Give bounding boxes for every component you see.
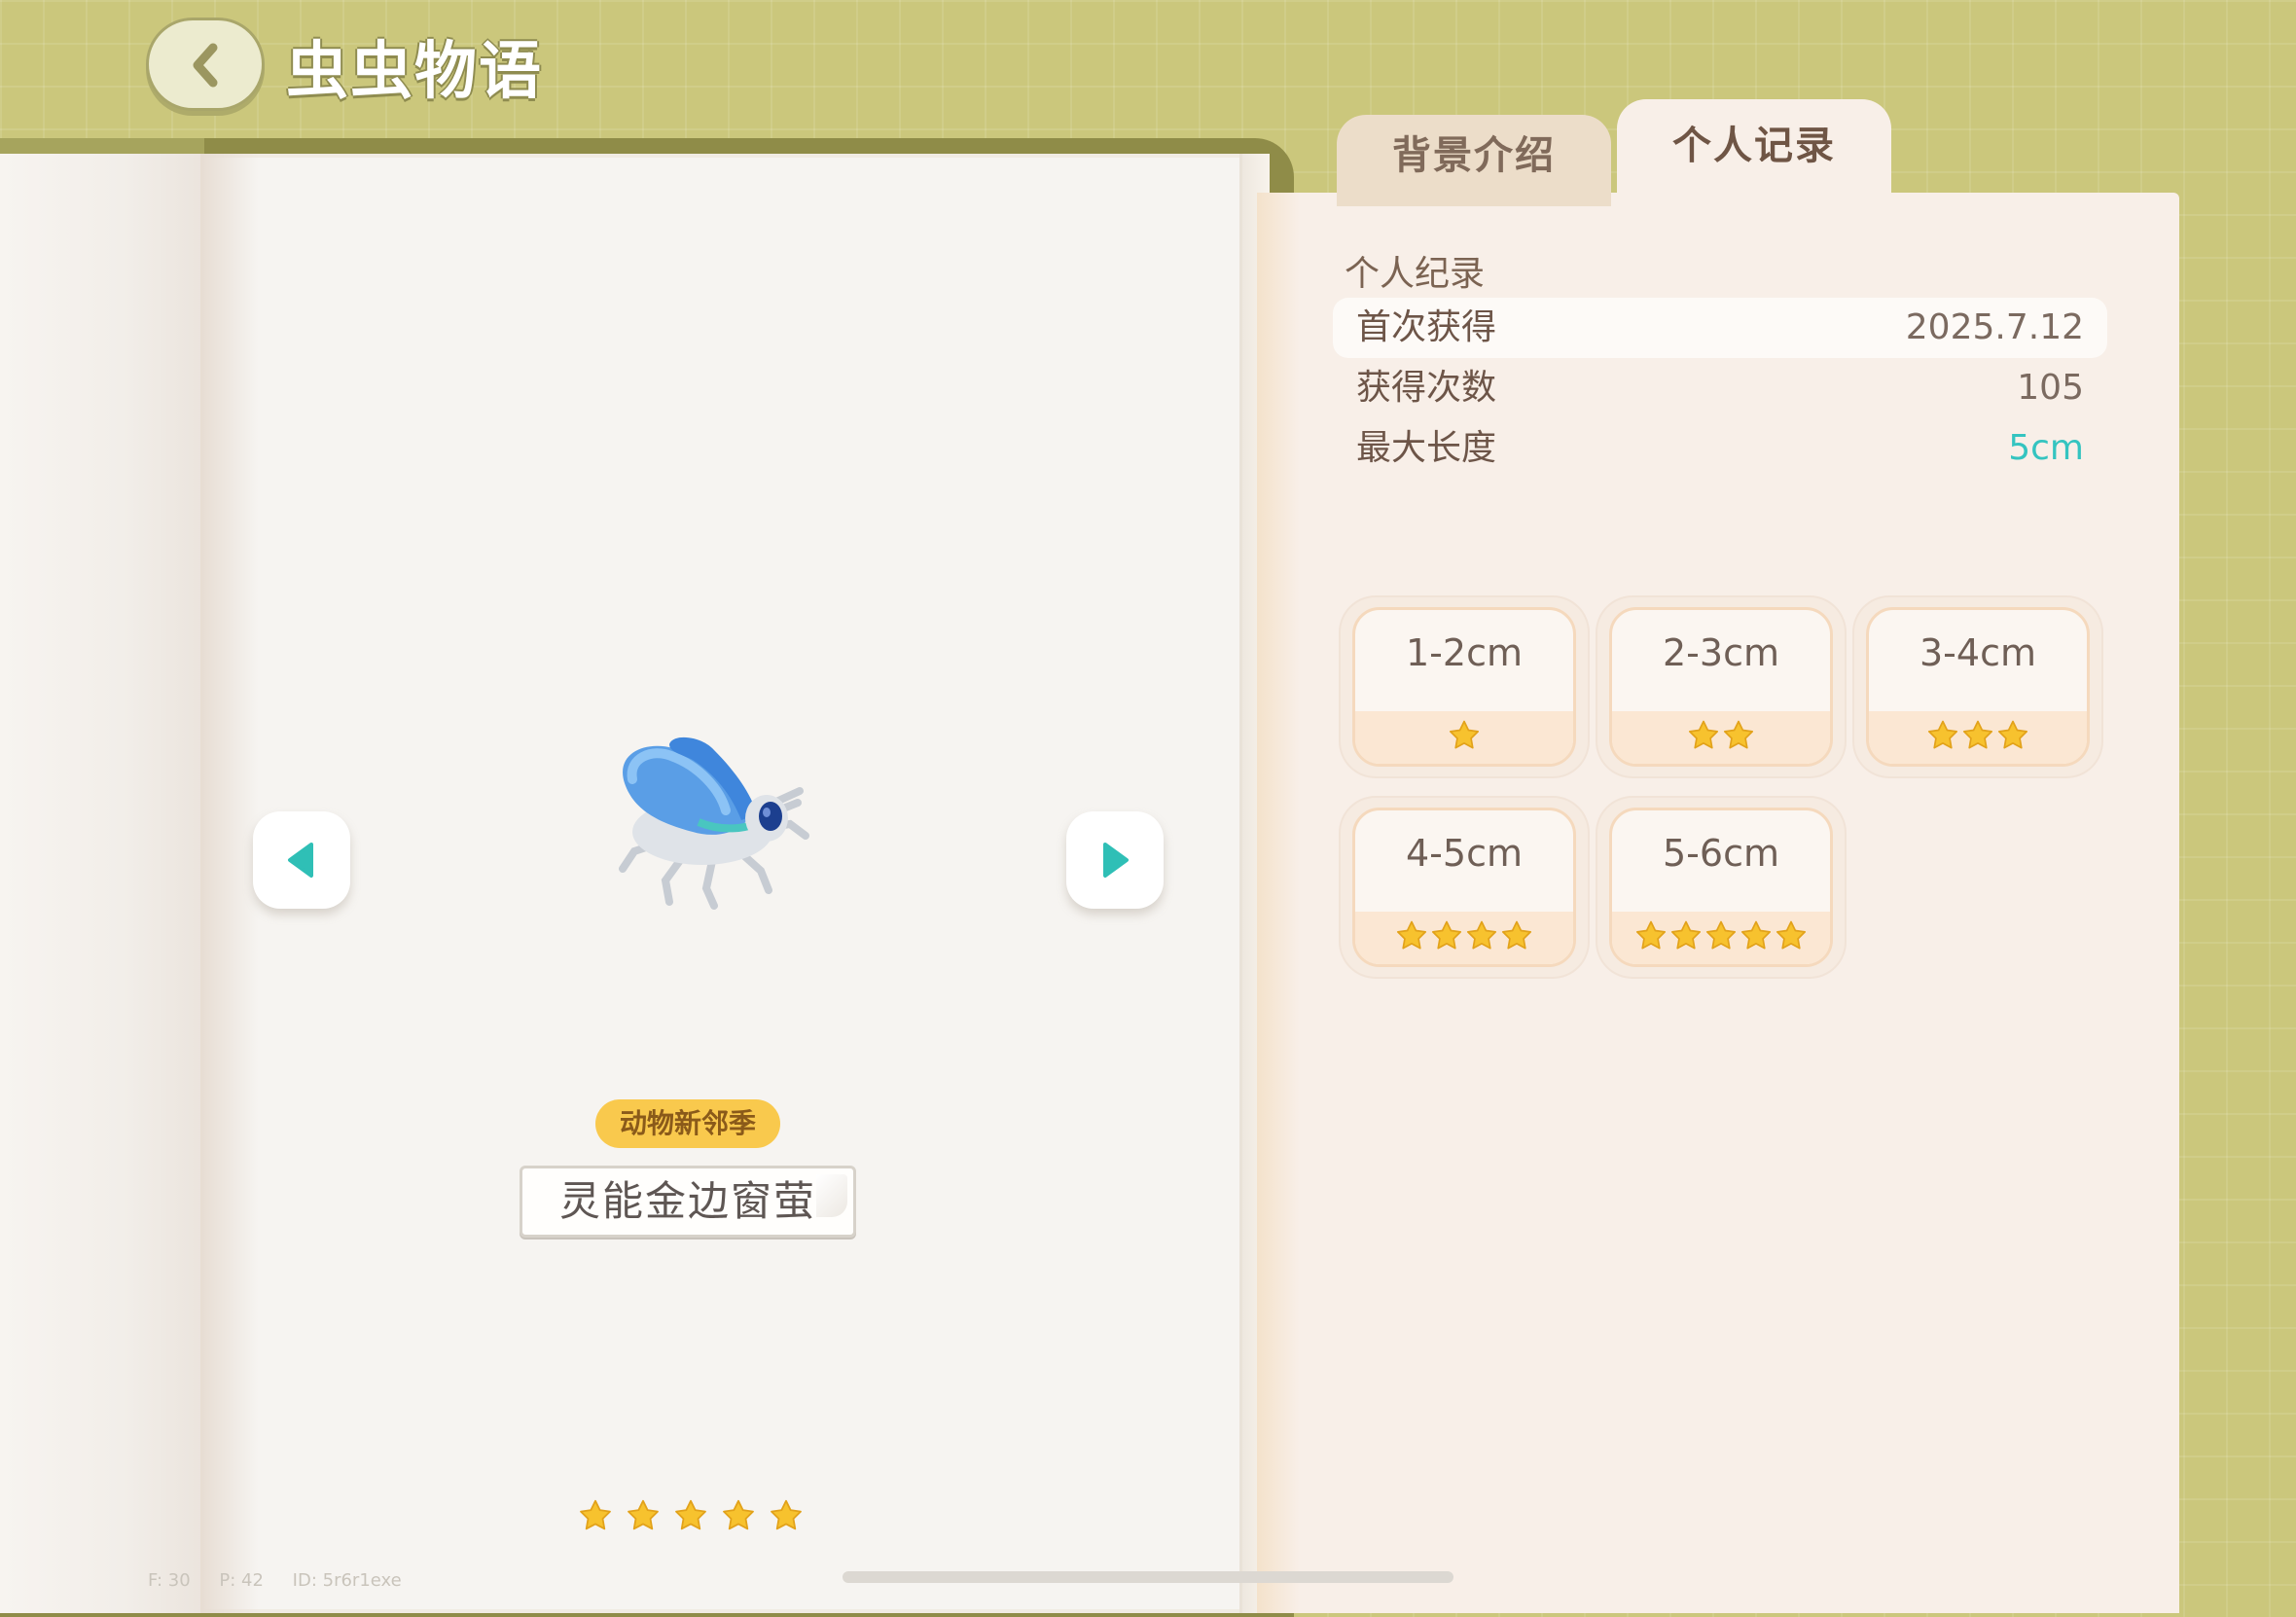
stat-max-length: 最大长度 5cm (1333, 418, 2107, 479)
stars-row (1925, 719, 2030, 756)
next-creature-button[interactable] (1066, 811, 1164, 909)
season-badge: 动物新邻季 (595, 1099, 780, 1148)
size-tier-card-inner: 4-5cm (1352, 808, 1576, 967)
size-tier-card-inner: 1-2cm (1352, 607, 1576, 767)
size-tier-stars (1612, 912, 1830, 964)
star-icon (1740, 919, 1773, 956)
stat-first-obtained: 首次获得 2025.7.12 (1333, 298, 2107, 358)
size-tier-card[interactable]: 5-6cm (1597, 798, 1845, 977)
tab-personal-record[interactable]: 个人记录 (1617, 99, 1891, 198)
star-icon (1430, 919, 1463, 956)
star-icon (673, 1498, 708, 1537)
stat-value: 2025.7.12 (1905, 307, 2084, 347)
size-tier-card[interactable]: 4-5cm (1341, 798, 1588, 977)
page-fold (200, 154, 259, 1613)
stat-value: 5cm (2008, 428, 2084, 468)
star-icon (1448, 719, 1481, 756)
home-indicator[interactable] (843, 1571, 1453, 1583)
chevron-left-icon (193, 43, 218, 88)
ping-readout: P: 42 (219, 1570, 264, 1591)
stat-value: 105 (2017, 368, 2084, 408)
star-icon (1669, 919, 1703, 956)
stars-row (1447, 719, 1482, 756)
size-tier-label: 5-6cm (1663, 832, 1779, 875)
star-icon (721, 1498, 756, 1537)
page-title: 虫虫物语 (286, 36, 543, 108)
stars-row (1633, 919, 1809, 956)
triangle-right-icon (1103, 843, 1129, 878)
stat-label: 首次获得 (1356, 307, 1497, 347)
star-icon (1465, 919, 1498, 956)
size-tier-label: 2-3cm (1663, 631, 1779, 674)
size-tier-label: 1-2cm (1406, 631, 1523, 674)
previous-creature-button[interactable] (253, 811, 350, 909)
size-tier-card[interactable]: 3-4cm (1854, 597, 2101, 776)
size-tier-card-inner: 5-6cm (1609, 808, 1833, 967)
size-tier-label: 4-5cm (1406, 832, 1523, 875)
creature-name: 灵能金边窗萤 (520, 1166, 856, 1238)
star-icon (626, 1498, 661, 1537)
star-icon (769, 1498, 804, 1537)
star-icon (1722, 719, 1755, 756)
page-spine (0, 154, 204, 1613)
star-icon (1395, 919, 1428, 956)
star-icon (1775, 919, 1808, 956)
section-title: 个人纪录 (1345, 254, 1486, 294)
stat-label: 获得次数 (1356, 368, 1497, 408)
star-icon (578, 1498, 613, 1537)
star-icon (1961, 719, 1994, 756)
beetle-model (619, 737, 809, 910)
star-icon (1704, 919, 1738, 956)
stars-row (1686, 719, 1756, 756)
size-tier-stars (1612, 711, 1830, 764)
size-tier-card[interactable]: 1-2cm (1341, 597, 1588, 776)
rarity-stars (578, 1498, 811, 1537)
debug-info: F: 30 P: 42 ID: 5r6r1exe (148, 1570, 425, 1591)
stars-row (1394, 919, 1534, 956)
stat-label: 最大长度 (1356, 428, 1497, 468)
star-icon (1500, 919, 1533, 956)
back-button[interactable] (146, 18, 265, 111)
star-icon (1926, 719, 1959, 756)
size-tier-card-inner: 2-3cm (1609, 607, 1833, 767)
size-tier-stars (1355, 711, 1573, 764)
stat-times-obtained: 获得次数 105 (1333, 358, 2107, 418)
star-icon (1687, 719, 1720, 756)
size-tier-card[interactable]: 2-3cm (1597, 597, 1845, 776)
tab-background-intro[interactable]: 背景介绍 (1337, 115, 1611, 206)
size-tier-label: 3-4cm (1919, 631, 2036, 674)
page-spine (1257, 193, 1300, 1613)
size-tier-card-inner: 3-4cm (1866, 607, 2090, 767)
fps-readout: F: 30 (148, 1570, 191, 1591)
size-tier-stars (1355, 912, 1573, 964)
star-icon (1996, 719, 2029, 756)
triangle-left-icon (288, 843, 313, 878)
star-icon (1634, 919, 1668, 956)
session-id: ID: 5r6r1exe (292, 1570, 402, 1591)
size-tier-stars (1869, 711, 2087, 764)
